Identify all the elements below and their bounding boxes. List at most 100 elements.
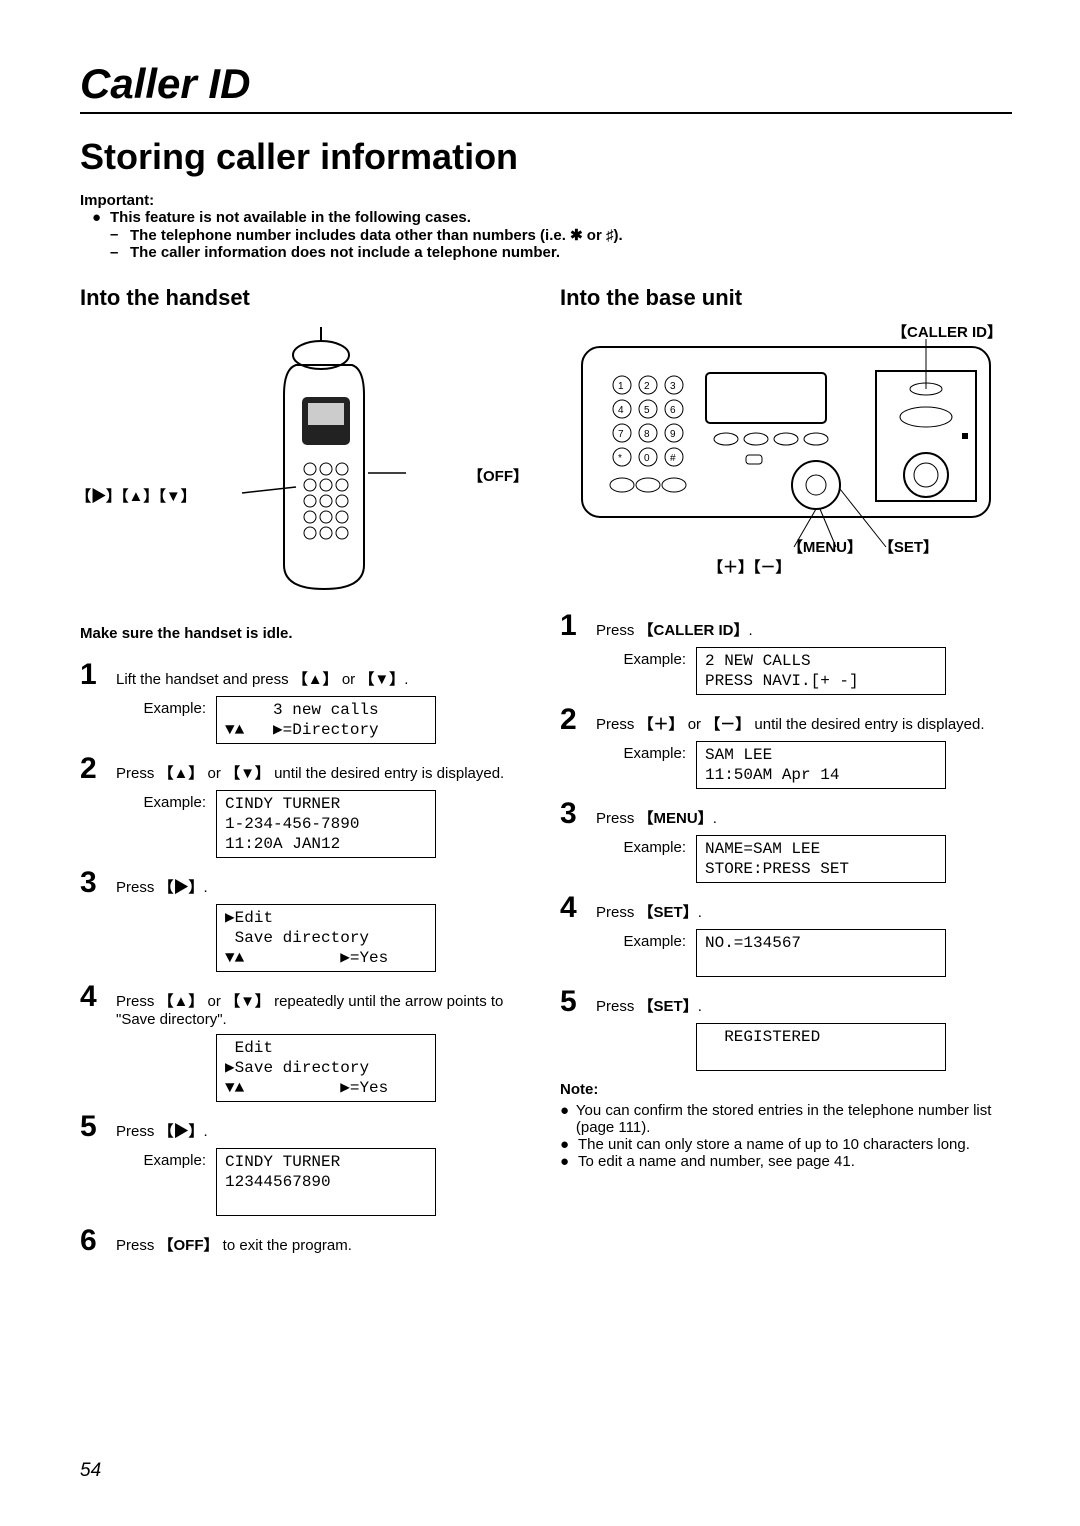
up-key: 【▲】 [159, 993, 204, 1010]
caller-id-key: 【CALLER ID】 [639, 622, 749, 639]
set-key: 【SET】 [639, 998, 698, 1015]
handset-step-6: 6 Press 【OFF】 to exit the program. [80, 1226, 532, 1256]
example-label: Example: [80, 1148, 216, 1169]
handset-heading: Into the handset [80, 285, 532, 311]
example-label: Example: [80, 696, 216, 717]
step-number: 1 [560, 611, 596, 641]
minus-key: 【－】 [705, 716, 750, 733]
step-number: 2 [560, 705, 596, 735]
nav-keys-label: 【▶】【▲】【▼】 [76, 485, 196, 506]
bullet-icon: ● [560, 1136, 578, 1153]
lcd-display: NO.=134567 [696, 929, 946, 977]
svg-text:*: * [618, 453, 622, 464]
step-number: 5 [80, 1112, 116, 1142]
step-number: 3 [80, 868, 116, 898]
note-item: To edit a name and number, see page 41. [578, 1153, 855, 1170]
lcd-display: SAM LEE 11:50AM Apr 14 [696, 741, 946, 789]
handset-step-4: 4 Press 【▲】 or 【▼】 repeatedly until the … [80, 982, 532, 1028]
off-key: 【OFF】 [159, 1237, 219, 1254]
svg-text:2: 2 [644, 381, 650, 392]
step-number: 1 [80, 660, 116, 690]
base-step-2: 2 Press 【＋】 or 【－】 until the desired ent… [560, 705, 1012, 735]
lcd-display: Edit ▶Save directory ▼▲ ▶=Yes [216, 1034, 436, 1102]
header-rule [80, 112, 1012, 114]
svg-text:0: 0 [644, 453, 650, 464]
base-column: Into the base unit 【CALLER ID】 【SET】 【ME… [560, 285, 1012, 1262]
down-key: 【▼】 [359, 671, 404, 688]
caller-id-key-label: 【CALLER ID】 [892, 321, 1002, 342]
example-label: Example: [560, 929, 696, 950]
svg-text:8: 8 [644, 429, 650, 440]
set-key: 【SET】 [639, 904, 698, 921]
handset-step-5: 5 Press 【▶】. [80, 1112, 532, 1142]
lcd-display: 3 new calls ▼▲ ▶=Directory [216, 696, 436, 744]
svg-text:4: 4 [618, 405, 624, 416]
lcd-display: 2 NEW CALLS PRESS NAVI.[+ -] [696, 647, 946, 695]
step-number: 5 [560, 987, 596, 1017]
down-key: 【▼】 [225, 765, 270, 782]
menu-key: 【MENU】 [639, 810, 713, 827]
svg-text:6: 6 [670, 405, 676, 416]
running-head: Caller ID [80, 60, 1012, 108]
page-number: 54 [80, 1460, 101, 1482]
example-label: Example: [560, 741, 696, 762]
dash-icon: – [110, 244, 130, 261]
menu-key-label: 【MENU】 [788, 536, 862, 557]
important-dash1: The telephone number includes data other… [130, 226, 623, 244]
note-heading: Note: [560, 1081, 1012, 1098]
note-item: You can confirm the stored entries in th… [576, 1102, 1012, 1136]
svg-text:#: # [670, 453, 676, 464]
bullet-icon: ● [560, 1153, 578, 1170]
step-number: 2 [80, 754, 116, 784]
base-step-3: 3 Press 【MENU】. [560, 799, 1012, 829]
right-key: 【▶】 [159, 1123, 204, 1140]
handset-figure: 【▶】【▲】【▼】 【OFF】 [80, 325, 532, 605]
important-bullet: This feature is not available in the fol… [110, 209, 471, 226]
important-dash2: The caller information does not include … [130, 244, 560, 261]
lcd-display: ▶Edit Save directory ▼▲ ▶=Yes [216, 904, 436, 972]
svg-text:9: 9 [670, 429, 676, 440]
step-number: 4 [560, 893, 596, 923]
handset-prenote: Make sure the handset is idle. [80, 625, 532, 642]
step-number: 3 [560, 799, 596, 829]
set-key-label: 【SET】 [879, 536, 938, 557]
important-label: Important: [80, 192, 154, 209]
down-key: 【▼】 [225, 993, 270, 1010]
step-number: 4 [80, 982, 116, 1012]
example-label: Example: [80, 790, 216, 811]
right-key: 【▶】 [159, 879, 204, 896]
svg-text:3: 3 [670, 381, 676, 392]
dash-icon: – [110, 226, 130, 244]
off-key-label: 【OFF】 [468, 465, 528, 486]
lcd-display: NAME=SAM LEE STORE:PRESS SET [696, 835, 946, 883]
plus-key: 【＋】 [639, 716, 684, 733]
bullet-icon: ● [560, 1102, 576, 1119]
svg-text:1: 1 [618, 381, 624, 392]
svg-text:5: 5 [644, 405, 650, 416]
example-label: Example: [560, 647, 696, 668]
handset-column: Into the handset 【▶】【▲】【▼】 【OFF】 [80, 285, 532, 1262]
base-figure: 【CALLER ID】 【SET】 【MENU】 【＋】【－】 123 456 … [560, 325, 1012, 555]
handset-step-3: 3 Press 【▶】. [80, 868, 532, 898]
up-key: 【▲】 [159, 765, 204, 782]
note-item: The unit can only store a name of up to … [578, 1136, 970, 1153]
bullet-icon: ● [92, 209, 110, 226]
base-unit-icon: 1 2 3 4 5 6 7 8 9 * 0 # [576, 325, 996, 555]
section-title: Storing caller information [80, 136, 1012, 178]
lcd-display: REGISTERED [696, 1023, 946, 1071]
important-block: Important: ● This feature is not availab… [80, 192, 1012, 261]
step-text: Lift the handset and press [116, 671, 293, 688]
handset-step-1: 1 Lift the handset and press 【▲】 or 【▼】. [80, 660, 532, 690]
up-key: 【▲】 [293, 671, 338, 688]
step-number: 6 [80, 1226, 116, 1256]
base-step-1: 1 Press 【CALLER ID】. [560, 611, 1012, 641]
example-label: Example: [560, 835, 696, 856]
lcd-display: CINDY TURNER 12344567890 [216, 1148, 436, 1216]
svg-text:7: 7 [618, 429, 624, 440]
handset-icon [196, 325, 416, 605]
base-heading: Into the base unit [560, 285, 1012, 311]
handset-step-2: 2 Press 【▲】 or 【▼】 until the desired ent… [80, 754, 532, 784]
base-step-4: 4 Press 【SET】. [560, 893, 1012, 923]
plus-minus-key-label: 【＋】【－】 [708, 556, 791, 577]
lcd-display: CINDY TURNER 1-234-456-7890 11:20A JAN12 [216, 790, 436, 858]
